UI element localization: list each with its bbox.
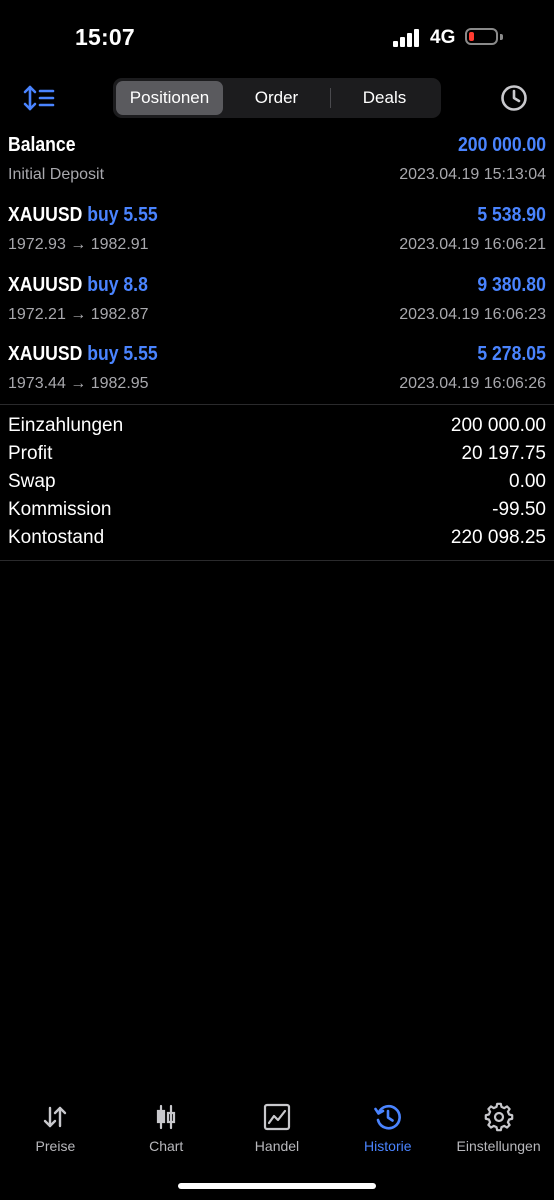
tab-preise[interactable]: Preise: [0, 1096, 111, 1166]
balance-row[interactable]: Balance 200 000.00 Initial Deposit 2023.…: [0, 134, 554, 190]
deal-row[interactable]: XAUUSD buy 8.8 9 380.80 1972.21 → 1982.8…: [0, 274, 554, 330]
tab-order[interactable]: Order: [223, 81, 330, 115]
deal-side: buy 5.55: [87, 204, 158, 226]
summary-row: Kontostand 220 098.25: [0, 527, 554, 555]
deal-prices: 1972.93 → 1982.91: [8, 236, 149, 253]
tab-label: Preise: [35, 1138, 76, 1154]
deal-title: XAUUSD buy 5.55: [8, 343, 158, 366]
network-type: 4G: [430, 27, 456, 48]
summary-row: Profit 20 197.75: [0, 443, 554, 471]
tab-einstellungen[interactable]: Einstellungen: [443, 1096, 554, 1166]
tab-label: Handel: [254, 1138, 300, 1154]
summary-label: Profit: [8, 443, 53, 464]
gear-icon: [484, 1102, 513, 1132]
summary-label: Kontostand: [8, 527, 105, 548]
tab-deals[interactable]: Deals: [331, 81, 438, 115]
deal-title: XAUUSD buy 8.8: [8, 274, 148, 297]
deal-row[interactable]: XAUUSD buy 5.55 5 538.90 1972.93 → 1982.…: [0, 204, 554, 260]
summary-row: Einzahlungen 200 000.00: [0, 415, 554, 443]
deal-symbol: XAUUSD: [8, 274, 83, 296]
summary-label: Kommission: [8, 499, 112, 520]
deal-prices: 1972.21 → 1982.87: [8, 306, 149, 323]
balance-title: Balance: [8, 134, 76, 156]
home-indicator[interactable]: [178, 1183, 376, 1189]
tab-label: Einstellungen: [456, 1138, 541, 1154]
deal-title: XAUUSD buy 5.55: [8, 204, 158, 227]
deal-symbol: XAUUSD: [8, 204, 83, 226]
tab-handel[interactable]: Handel: [222, 1096, 333, 1166]
status-time: 15:07: [75, 24, 135, 50]
section-divider: [0, 404, 554, 405]
deal-profit: 5 278.05: [477, 343, 546, 365]
summary-label: Swap: [8, 471, 56, 492]
balance-subtitle: Initial Deposit: [8, 166, 105, 183]
deal-symbol: XAUUSD: [8, 343, 83, 365]
bottom-tab-bar: Preise Chart Handel Historie Einstellung…: [0, 1096, 554, 1166]
tab-historie[interactable]: Historie: [332, 1096, 443, 1166]
history-icon: [373, 1104, 401, 1130]
summary-value: 0.00: [509, 471, 546, 492]
tab-positionen[interactable]: Positionen: [116, 81, 223, 115]
battery-tip: [500, 34, 503, 40]
battery-icon: [465, 28, 498, 45]
deal-date: 2023.04.19 16:06:23: [399, 306, 546, 323]
summary-row: Kommission -99.50: [0, 499, 554, 527]
trade-chart-icon: [263, 1103, 291, 1131]
deal-side: buy 8.8: [87, 274, 148, 296]
history-segmented-control: Positionen Order Deals: [113, 78, 441, 118]
balance-value: 200 000.00: [457, 134, 546, 156]
tab-chart[interactable]: Chart: [111, 1096, 222, 1166]
arrows-updown-icon: [44, 1106, 67, 1128]
balance-date: 2023.04.19 15:13:04: [399, 166, 546, 183]
deal-prices: 1973.44 → 1982.95: [8, 375, 149, 392]
summary-value: 200 000.00: [450, 415, 546, 436]
candlestick-icon: [157, 1104, 176, 1130]
summary-row: Swap 0.00: [0, 471, 554, 499]
sort-icon[interactable]: [22, 82, 58, 114]
status-bar: 15:07 4G: [0, 0, 554, 74]
section-divider: [0, 560, 554, 561]
summary-value: -99.50: [492, 499, 546, 520]
deal-date: 2023.04.19 16:06:26: [399, 375, 546, 392]
summary-value: 20 197.75: [461, 443, 546, 464]
tab-label: Chart: [149, 1138, 184, 1154]
signal-icon: [393, 29, 421, 47]
summary-label: Einzahlungen: [8, 415, 124, 436]
deal-side: buy 5.55: [87, 343, 158, 365]
tab-label: Historie: [364, 1138, 412, 1154]
deal-row[interactable]: XAUUSD buy 5.55 5 278.05 1973.44 → 1982.…: [0, 343, 554, 399]
deal-profit: 5 538.90: [477, 204, 546, 226]
clock-icon[interactable]: [498, 82, 530, 114]
summary-value: 220 098.25: [450, 527, 546, 548]
deal-profit: 9 380.80: [477, 274, 546, 296]
deal-date: 2023.04.19 16:06:21: [399, 236, 546, 253]
